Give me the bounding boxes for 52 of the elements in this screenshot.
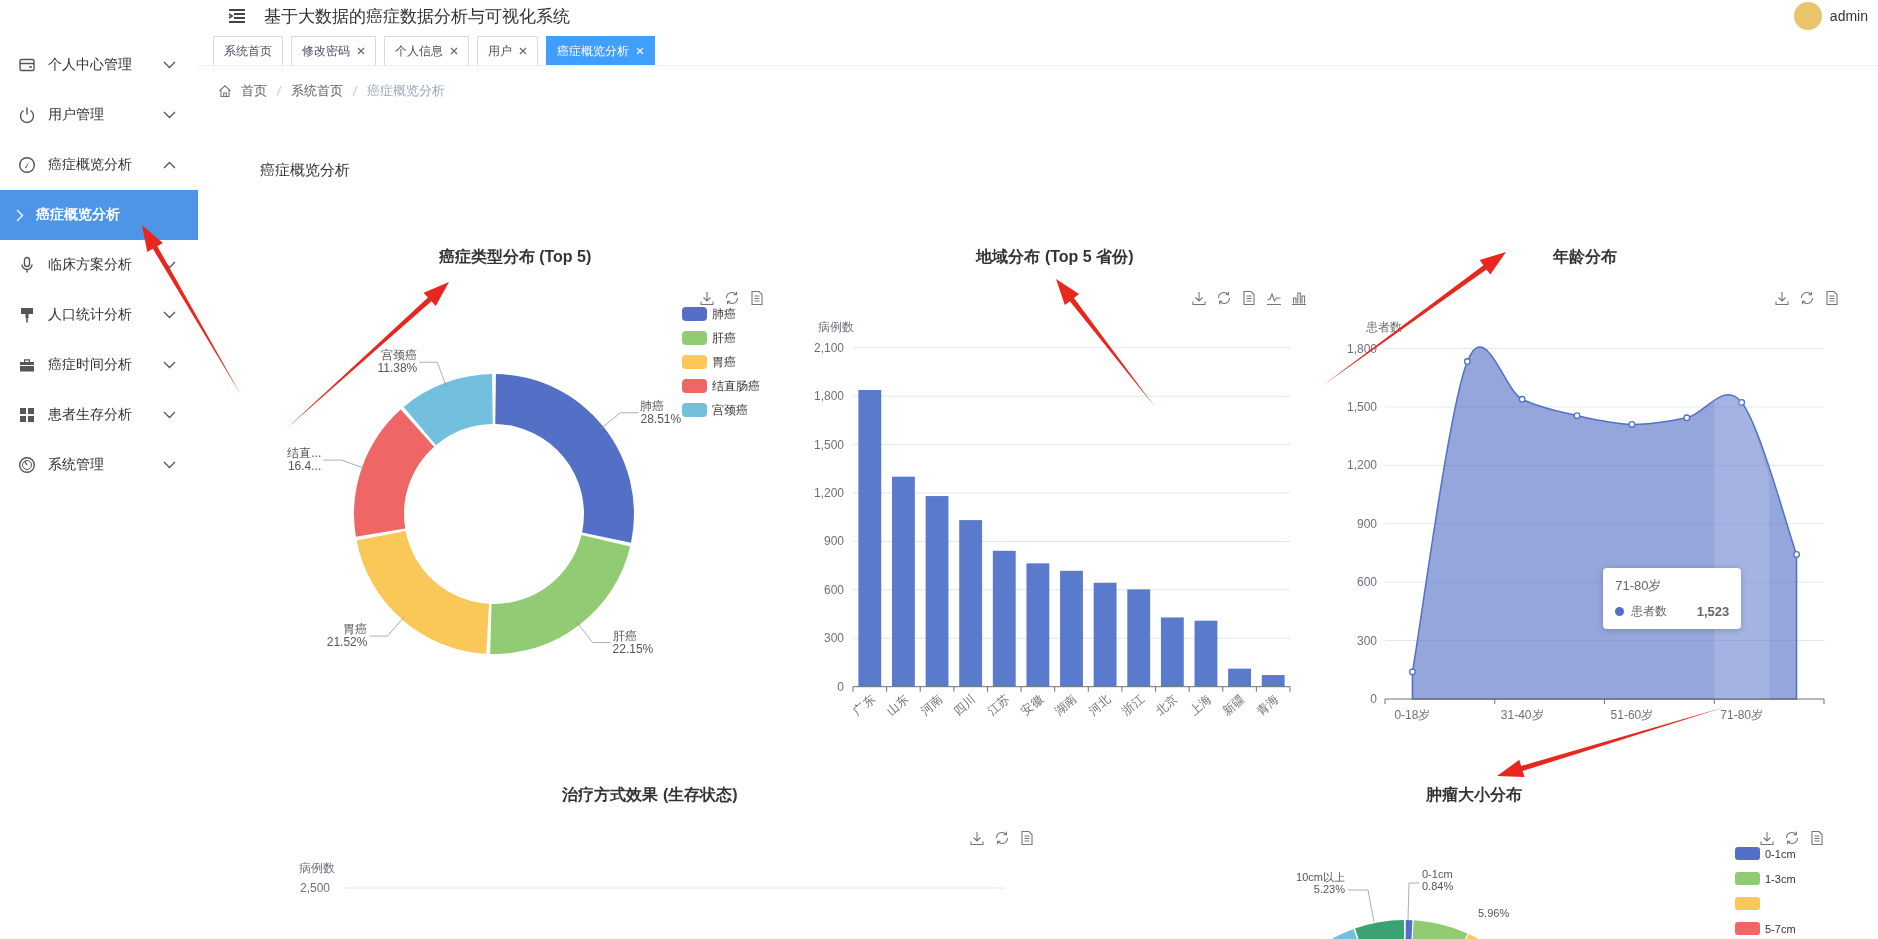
tooltip-series: 患者数 — [1631, 603, 1668, 620]
slice-label: 胃癌 21.52% — [326, 622, 368, 650]
axis-tick-label: 900 — [823, 534, 844, 549]
tooltip-value: 1,523 — [1696, 604, 1730, 619]
axis-tick-label: 1,200 — [1346, 458, 1377, 473]
axis-tick-label: 900 — [1356, 516, 1377, 531]
app-title: 基于大数据的癌症数据分析与可视化系统 — [264, 5, 570, 28]
axis-tick-label: 600 — [1356, 575, 1377, 590]
axis-tick-label: 北京 — [1152, 692, 1181, 719]
slice-label: 结直... 16.4... — [287, 446, 322, 474]
page-heading: 癌症概览分析 — [260, 160, 350, 180]
axis-tick-label: 600 — [823, 582, 844, 597]
slice-label: 肺癌 28.51% — [640, 398, 682, 426]
tooltip-title: 71-80岁 — [1615, 577, 1663, 595]
axis-tick-label: 1,200 — [813, 486, 844, 500]
axis-tick-label: 2,100 — [813, 340, 844, 355]
axis-tick-label: 江苏 — [984, 692, 1013, 719]
axis-tick-label: 湖南 — [1052, 692, 1080, 719]
axis-tick-label: 2,500 — [299, 881, 330, 895]
chart-title: 肿瘤大小分布 — [1426, 784, 1522, 805]
axis-tick-label: 1,500 — [813, 437, 844, 452]
axis-tick-label: 山东 — [883, 692, 912, 719]
axis-title: 病例数 — [818, 320, 854, 334]
axis-tick-label: 300 — [1356, 633, 1377, 648]
axis-tick-label: 51-60岁 — [1610, 708, 1654, 722]
axis-tick-label: 新疆 — [1220, 692, 1248, 719]
slice-label: 宫颈癌 11.38% — [377, 348, 418, 376]
slice-label: 0-1cm 0.84% — [1422, 868, 1454, 892]
chart-title: 癌症类型分布 (Top 5) — [438, 246, 592, 267]
axis-tick-label: 1,500 — [1346, 399, 1377, 414]
axis-tick-label: 1,800 — [813, 389, 844, 404]
slice-label: 10cm以上 5.23% — [1296, 871, 1345, 895]
chart-title: 年龄分布 — [1553, 246, 1617, 267]
axis-tick-label: 0 — [1370, 692, 1377, 706]
slice-label: 肝癌 22.15% — [612, 628, 654, 656]
axis-tick-label: 河北 — [1085, 692, 1114, 719]
slice-label: 5.96% — [1478, 907, 1510, 919]
axis-tick-label: 300 — [823, 631, 844, 646]
axis-tick-label: 河南 — [917, 692, 945, 719]
axis-tick-label: 广东 — [850, 692, 878, 719]
axis-tick-label: 青海 — [1253, 692, 1282, 719]
axis-title: 病例数 — [299, 861, 335, 875]
axis-tick-label: 四川 — [951, 692, 979, 719]
chart-title: 治疗方式效果 (生存状态) — [562, 784, 738, 805]
axis-tick-label: 0-18岁 — [1394, 708, 1431, 722]
axis-tick-label: 浙江 — [1119, 692, 1147, 719]
chart-title: 地域分布 (Top 5 省份) — [976, 246, 1134, 267]
axis-tick-label: 安徽 — [1018, 692, 1046, 719]
axis-tick-label: 0 — [837, 679, 844, 694]
axis-tick-label: 31-40岁 — [1500, 708, 1544, 722]
axis-tick-label: 上海 — [1186, 692, 1214, 719]
axis-tick-label: 71-80岁 — [1720, 708, 1764, 722]
